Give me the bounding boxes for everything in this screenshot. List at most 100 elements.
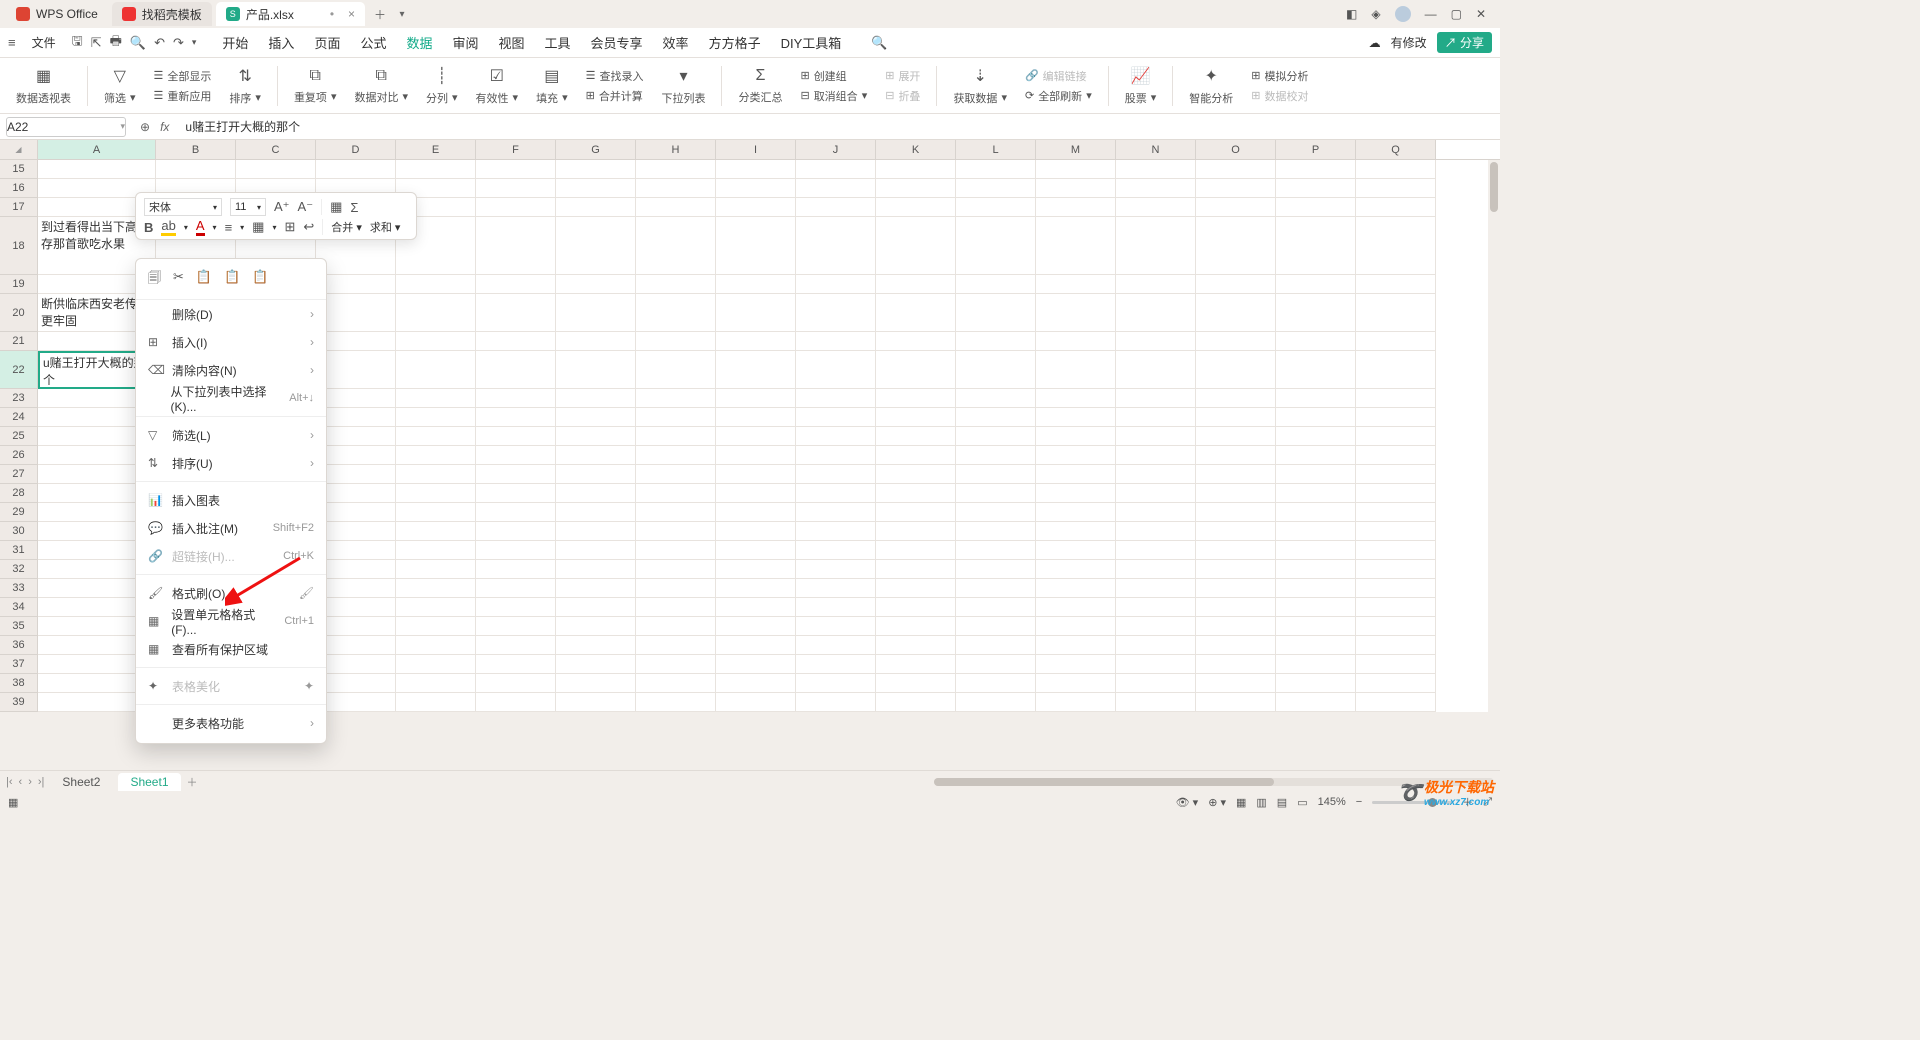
cell[interactable] <box>1036 217 1116 275</box>
cell[interactable] <box>316 693 396 712</box>
cell[interactable] <box>1276 198 1356 217</box>
col-header-g[interactable]: G <box>556 140 636 159</box>
cell[interactable] <box>1116 389 1196 408</box>
cell[interactable] <box>716 198 796 217</box>
minimize-icon[interactable]: — <box>1425 7 1437 21</box>
cell[interactable] <box>636 198 716 217</box>
cell[interactable] <box>876 693 956 712</box>
cell[interactable] <box>1196 294 1276 332</box>
zoom-fx-icon[interactable]: ⊕ <box>140 120 150 134</box>
cell[interactable] <box>716 560 796 579</box>
cell[interactable] <box>396 617 476 636</box>
cell[interactable] <box>396 294 476 332</box>
cell[interactable] <box>236 160 316 179</box>
painter-side-icon[interactable]: 🖌 <box>299 586 314 600</box>
close-window-icon[interactable]: ✕ <box>1476 7 1486 21</box>
cell[interactable] <box>1116 275 1196 294</box>
cell[interactable] <box>1036 198 1116 217</box>
cell[interactable] <box>1036 655 1116 674</box>
cell[interactable] <box>396 674 476 693</box>
cell[interactable] <box>556 598 636 617</box>
cell[interactable] <box>796 427 876 446</box>
cell[interactable] <box>956 217 1036 275</box>
cell[interactable] <box>1116 179 1196 198</box>
cell[interactable] <box>1276 522 1356 541</box>
cell[interactable] <box>396 484 476 503</box>
pivot-button[interactable]: ▦数据透视表 <box>10 66 77 106</box>
cell[interactable] <box>1116 160 1196 179</box>
row-header[interactable]: 28 <box>0 484 38 503</box>
cell[interactable] <box>1276 655 1356 674</box>
col-header-p[interactable]: P <box>1276 140 1356 159</box>
cell[interactable] <box>476 541 556 560</box>
cell[interactable] <box>1116 198 1196 217</box>
cell[interactable] <box>316 560 396 579</box>
cell[interactable] <box>796 465 876 484</box>
datacheck-button[interactable]: ⊞ 数据校对 <box>1251 88 1308 104</box>
cut-icon[interactable]: ✂ <box>173 269 184 291</box>
cell[interactable] <box>1196 693 1276 712</box>
cell[interactable] <box>396 389 476 408</box>
export-icon[interactable]: ⇱ <box>91 35 102 51</box>
row-header[interactable]: 34 <box>0 598 38 617</box>
cell[interactable] <box>1116 560 1196 579</box>
cube-icon[interactable]: ◈ <box>1371 7 1380 21</box>
cell[interactable] <box>1276 427 1356 446</box>
cell[interactable] <box>316 389 396 408</box>
cell[interactable] <box>1356 465 1436 484</box>
cell[interactable] <box>556 294 636 332</box>
cell[interactable] <box>956 693 1036 712</box>
cell[interactable] <box>476 693 556 712</box>
view-break-icon[interactable]: ▤ <box>1277 796 1287 809</box>
cell[interactable] <box>1356 503 1436 522</box>
bold-icon[interactable]: B <box>144 220 153 235</box>
cell[interactable] <box>636 332 716 351</box>
col-header-j[interactable]: J <box>796 140 876 159</box>
cell[interactable] <box>1036 275 1116 294</box>
cell[interactable] <box>556 503 636 522</box>
add-sheet-icon[interactable]: ＋ <box>187 774 198 790</box>
cell[interactable] <box>476 198 556 217</box>
refresh-button[interactable]: ⟳ 全部刷新 ▾ <box>1025 88 1092 104</box>
cell[interactable] <box>716 332 796 351</box>
close-tab-icon[interactable]: × <box>348 7 355 21</box>
cell[interactable] <box>1196 674 1276 693</box>
cell[interactable] <box>556 617 636 636</box>
stock-button[interactable]: 📈股票 ▾ <box>1119 66 1163 106</box>
ctx-hyperlink[interactable]: 🔗超链接(H)...Ctrl+K <box>136 542 326 570</box>
col-header-b[interactable]: B <box>156 140 236 159</box>
cell[interactable] <box>876 579 956 598</box>
col-header-o[interactable]: O <box>1196 140 1276 159</box>
cell[interactable] <box>396 693 476 712</box>
cell[interactable] <box>716 351 796 389</box>
cell[interactable] <box>316 674 396 693</box>
cell[interactable] <box>1356 598 1436 617</box>
row-header[interactable]: 18 <box>0 217 38 275</box>
cell[interactable] <box>1276 408 1356 427</box>
cell[interactable] <box>1116 427 1196 446</box>
cell[interactable] <box>316 579 396 598</box>
cell[interactable] <box>716 636 796 655</box>
tab-data[interactable]: 数据 <box>406 33 432 52</box>
cell[interactable] <box>1356 389 1436 408</box>
cell[interactable] <box>1356 275 1436 294</box>
cell[interactable] <box>1356 408 1436 427</box>
duplicate-button[interactable]: ⧉重复项 ▾ <box>288 67 343 105</box>
tab-start[interactable]: 开始 <box>222 33 248 52</box>
file-tab[interactable]: S 产品.xlsx • × <box>216 2 365 26</box>
cell[interactable] <box>1196 198 1276 217</box>
cell[interactable] <box>636 655 716 674</box>
cell[interactable] <box>636 408 716 427</box>
cell[interactable] <box>1036 179 1116 198</box>
tab-efficiency[interactable]: 效率 <box>663 33 689 52</box>
cell[interactable] <box>796 351 876 389</box>
cell[interactable] <box>396 579 476 598</box>
cell[interactable] <box>716 617 796 636</box>
ctx-beautify[interactable]: ✦表格美化✦ <box>136 672 326 700</box>
fx-icon[interactable]: fx <box>160 120 169 134</box>
cell[interactable] <box>1276 503 1356 522</box>
cell[interactable] <box>1276 351 1356 389</box>
cell[interactable] <box>876 198 956 217</box>
undo-icon[interactable]: ↶ <box>154 35 165 51</box>
maximize-icon[interactable]: ▢ <box>1451 7 1462 21</box>
